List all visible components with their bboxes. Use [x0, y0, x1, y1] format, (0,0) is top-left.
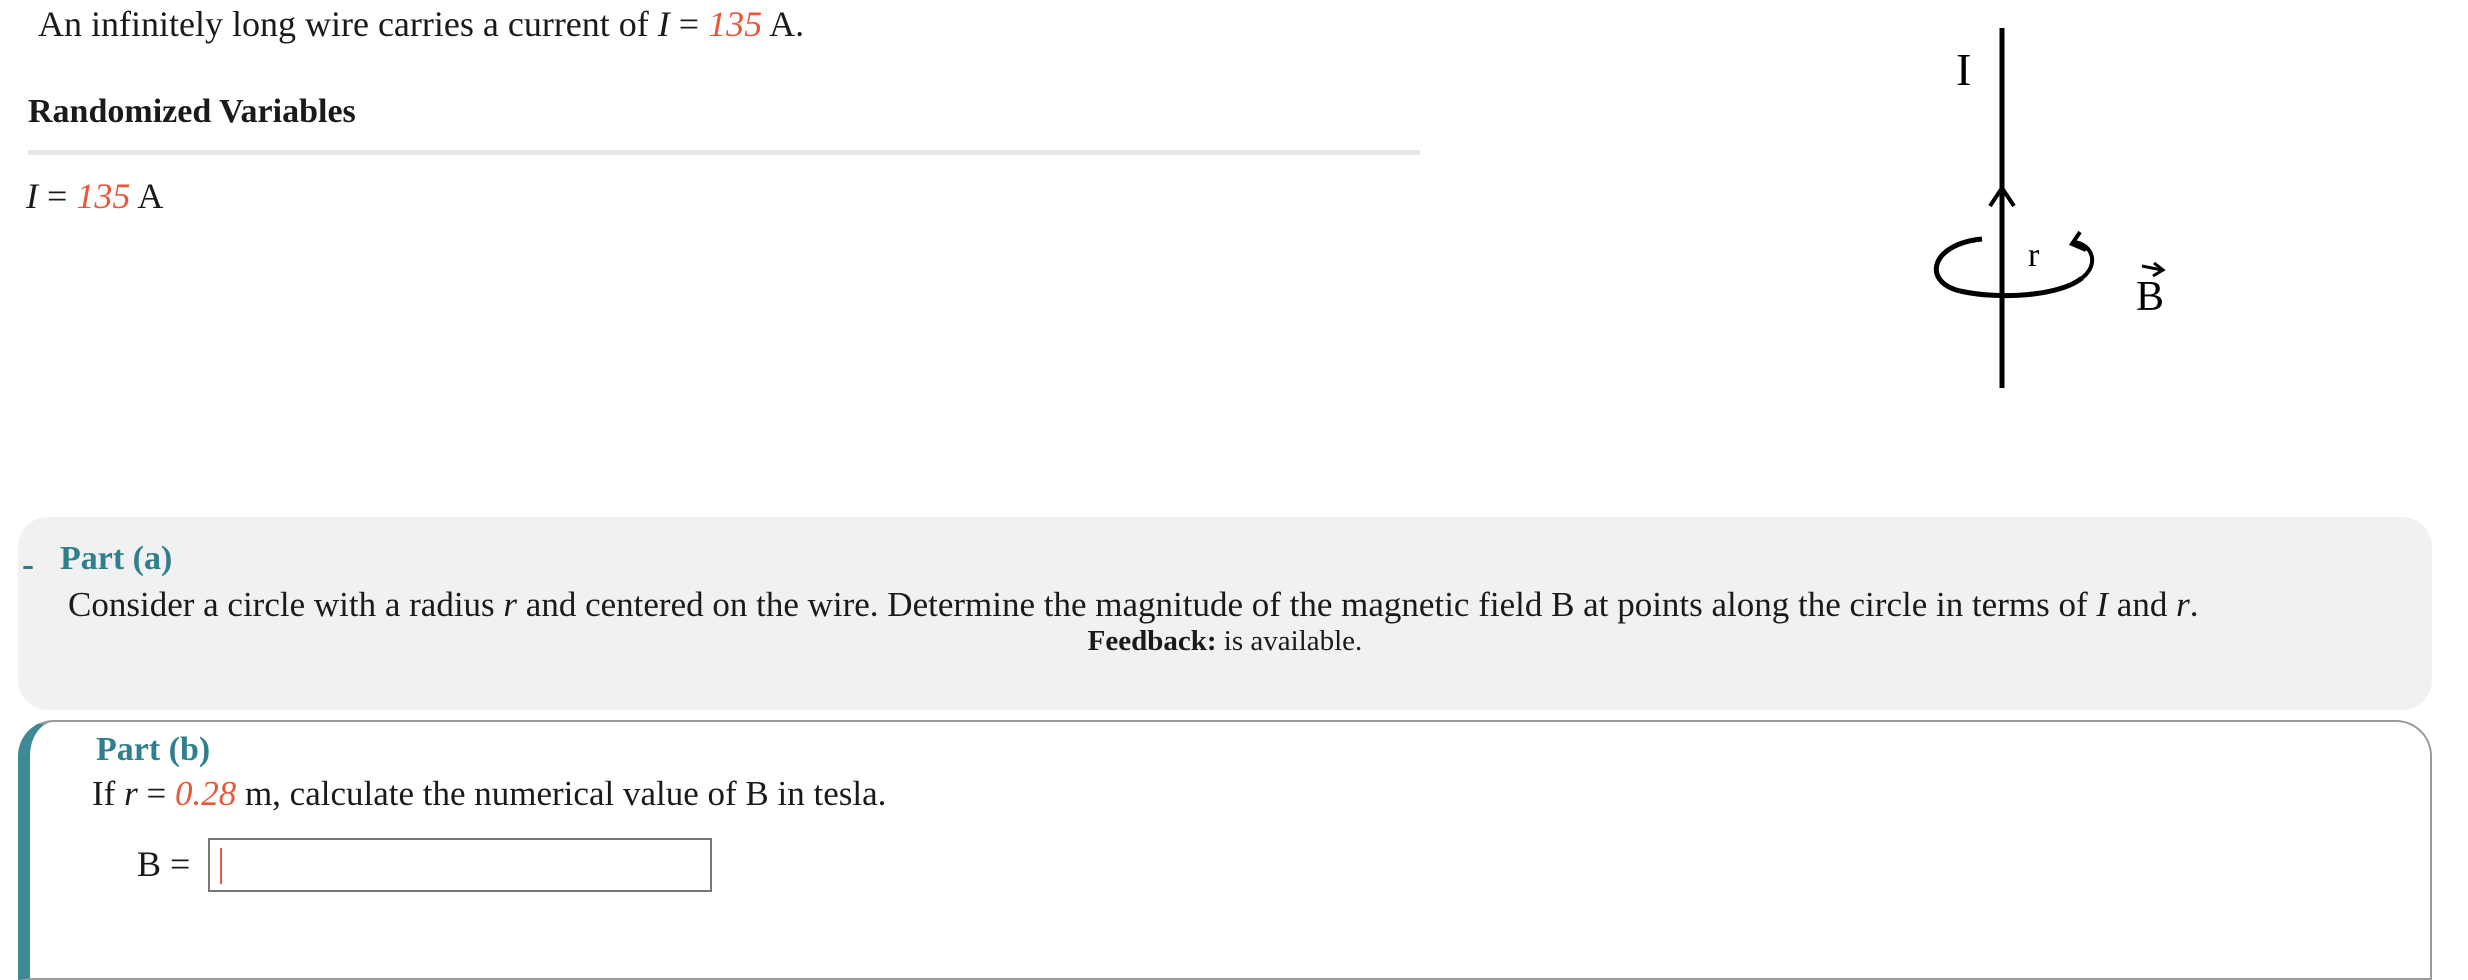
- part-a-question-r: r: [2176, 585, 2190, 624]
- radius-label: r: [2028, 237, 2040, 274]
- feedback-text: is available.: [1216, 625, 1363, 657]
- part-b-title: Part (b): [96, 731, 211, 768]
- part-b-question-r: r: [124, 774, 138, 813]
- part-a-question-text: .: [2189, 585, 2199, 624]
- part-b-panel: Part (b) If r = 0.28 m, calculate the nu…: [18, 720, 2432, 980]
- part-b-question-text: m, calculate the numerical value of B in…: [236, 774, 887, 813]
- field-loop-back: [1933, 236, 1983, 294]
- rv-current-value: 135: [76, 176, 131, 216]
- field-label: B: [2136, 274, 2164, 320]
- problem-prefix: An infinitely long wire carries a curren…: [38, 4, 658, 44]
- part-a-question-text: Consider a circle with a radius: [68, 585, 504, 624]
- randomized-variables-divider: [28, 150, 1420, 155]
- part-b-radius-value: 0.28: [174, 774, 237, 813]
- randomized-variables-heading: Randomized Variables: [28, 93, 356, 130]
- part-a-panel: - Part (a) Consider a circle with a radi…: [18, 517, 2432, 710]
- part-b-question-equals: =: [137, 774, 175, 813]
- problem-unit: A.: [762, 4, 805, 44]
- part-a-question-text: and centered on the wire. Determine the …: [517, 585, 2097, 624]
- field-loop-front: [1959, 275, 2084, 299]
- problem-statement: An infinitely long wire carries a curren…: [38, 2, 804, 46]
- part-a-title[interactable]: Part (a): [60, 537, 172, 581]
- part-a-feedback: Feedback: is available.: [18, 621, 2432, 661]
- answer-input[interactable]: [208, 838, 712, 892]
- wire-field-diagram: I r B: [1933, 28, 2166, 388]
- part-a-question-I: I: [2096, 585, 2109, 624]
- rv-equals: =: [38, 176, 77, 216]
- part-a-question-r: r: [503, 585, 518, 624]
- randomized-variable-current: I = 135 A: [26, 174, 163, 218]
- current-label: I: [1956, 44, 1971, 95]
- part-b-question-text: If: [92, 774, 125, 813]
- rv-unit: A: [130, 176, 164, 216]
- feedback-label[interactable]: Feedback:: [1088, 625, 1217, 657]
- problem-current-value: 135: [708, 4, 763, 44]
- answer-label: B =: [137, 844, 191, 884]
- part-b-question: If r = 0.28 m, calculate the numerical v…: [92, 772, 886, 816]
- problem-equals: =: [669, 4, 709, 44]
- part-a-question-text: and: [2108, 585, 2177, 624]
- part-a-collapse-toggle[interactable]: -: [18, 543, 38, 585]
- text-caret: [220, 848, 222, 884]
- problem-var-name: I: [657, 4, 670, 44]
- rv-var-name: I: [26, 176, 38, 216]
